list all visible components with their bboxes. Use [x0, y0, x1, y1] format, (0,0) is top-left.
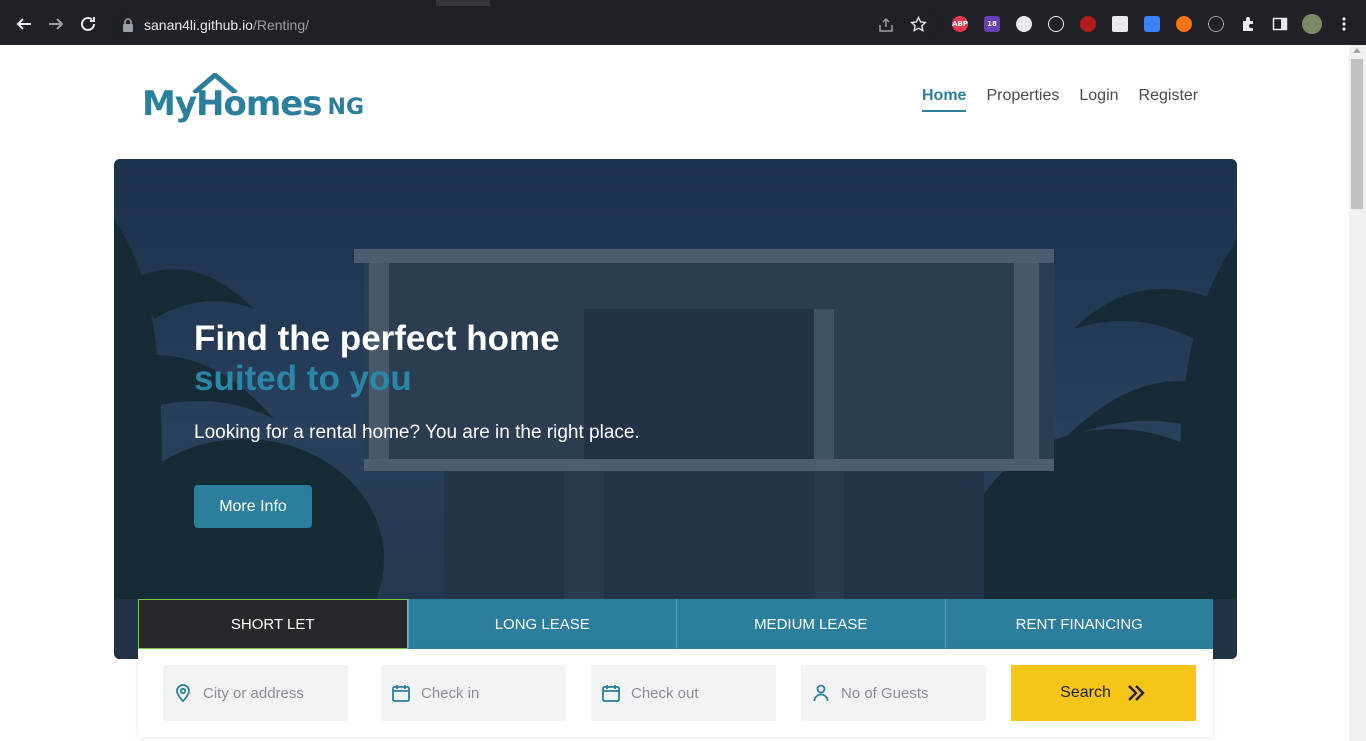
- blue-ext-icon[interactable]: [1144, 16, 1160, 32]
- doc-ext-icon[interactable]: [1112, 16, 1128, 32]
- tab-strip: [0, 0, 1366, 6]
- tab-medium-lease[interactable]: MEDIUM LEASE: [676, 599, 945, 649]
- nav-properties[interactable]: Properties: [986, 87, 1059, 112]
- react-devtools-icon[interactable]: [1048, 16, 1064, 32]
- purple-ext-icon[interactable]: 18: [984, 16, 1000, 32]
- logo-homes: Homes: [192, 73, 323, 121]
- checkin-field[interactable]: Check in: [381, 665, 566, 721]
- location-placeholder: City or address: [203, 684, 304, 702]
- lock-icon: [123, 18, 133, 32]
- menu-dots-icon[interactable]: [1336, 16, 1352, 32]
- location-pin-icon: [176, 684, 190, 703]
- hero-title-accent: suited to you: [194, 359, 412, 398]
- reload-icon: [81, 16, 95, 31]
- checkout-field[interactable]: Check out: [591, 665, 776, 721]
- globe-ext-icon[interactable]: [1208, 16, 1224, 32]
- back-button[interactable]: [13, 13, 35, 35]
- lease-type-tabs: SHORT LET LONG LEASE MEDIUM LEASE RENT F…: [138, 599, 1213, 649]
- logo[interactable]: My Homes NG: [142, 69, 364, 121]
- hero-subtitle: Looking for a rental home? You are in th…: [194, 422, 640, 443]
- face-ext-icon[interactable]: [1016, 16, 1032, 32]
- tab-short-let[interactable]: SHORT LET: [138, 599, 408, 649]
- scrollbar-thumb[interactable]: [1351, 59, 1363, 209]
- nav-home[interactable]: Home: [922, 87, 967, 112]
- house-roof-icon: [192, 73, 238, 93]
- nav-register[interactable]: Register: [1139, 87, 1199, 112]
- url-text: sanan4li.github.io/Renting/: [144, 17, 310, 33]
- checkout-placeholder: Check out: [631, 684, 699, 702]
- inactive-tab[interactable]: [490, 0, 1366, 6]
- share-icon[interactable]: [878, 17, 894, 33]
- profile-avatar[interactable]: [1302, 14, 1322, 34]
- puzzle-extensions-icon[interactable]: [1240, 16, 1256, 32]
- browser-chrome: sanan4li.github.io/Renting/ ABP 18: [0, 0, 1366, 45]
- red-ext-icon[interactable]: [1080, 16, 1096, 32]
- calendar-icon: [602, 685, 620, 702]
- web-page: My Homes NG Home Properties Login Regist…: [2, 45, 1349, 741]
- logo-ng: NG: [327, 95, 365, 120]
- forward-button[interactable]: [45, 13, 67, 35]
- back-arrow-icon: [16, 18, 31, 30]
- guests-field[interactable]: No of Guests: [801, 665, 986, 721]
- search-button[interactable]: Search: [1011, 665, 1196, 721]
- hero-title: Find the perfect home: [194, 319, 560, 358]
- search-form: City or address Check in Check out No of…: [138, 649, 1213, 737]
- address-bar[interactable]: sanan4li.github.io/Renting/: [112, 10, 940, 40]
- hero-overlay: [114, 159, 1237, 659]
- hero-banner: Find the perfect home suited to you Look…: [114, 159, 1237, 659]
- calendar-icon: [392, 685, 410, 702]
- bookmark-star-icon[interactable]: [910, 16, 927, 33]
- tab-rent-financing[interactable]: RENT FINANCING: [944, 599, 1213, 649]
- scroll-up-arrow-icon[interactable]: [1353, 48, 1361, 53]
- page-scrollbar[interactable]: [1349, 45, 1366, 741]
- forward-arrow-icon: [49, 18, 64, 30]
- side-panel-icon[interactable]: [1272, 16, 1288, 32]
- orange-ext-icon[interactable]: [1176, 16, 1192, 32]
- double-chevron-right-icon: [1127, 685, 1145, 701]
- search-button-label: Search: [1060, 684, 1111, 701]
- more-info-button[interactable]: More Info: [194, 485, 312, 528]
- nav-login[interactable]: Login: [1079, 87, 1118, 112]
- adblock-plus-icon[interactable]: ABP: [952, 16, 968, 32]
- logo-my: My: [142, 84, 197, 124]
- tab-long-lease[interactable]: LONG LEASE: [407, 599, 676, 649]
- active-tab[interactable]: [0, 0, 436, 6]
- user-icon: [813, 684, 829, 702]
- main-nav: Home Properties Login Register: [922, 87, 1198, 112]
- location-field[interactable]: City or address: [163, 665, 348, 721]
- checkin-placeholder: Check in: [421, 684, 480, 702]
- guests-placeholder: No of Guests: [841, 684, 929, 702]
- reload-button[interactable]: [77, 13, 99, 35]
